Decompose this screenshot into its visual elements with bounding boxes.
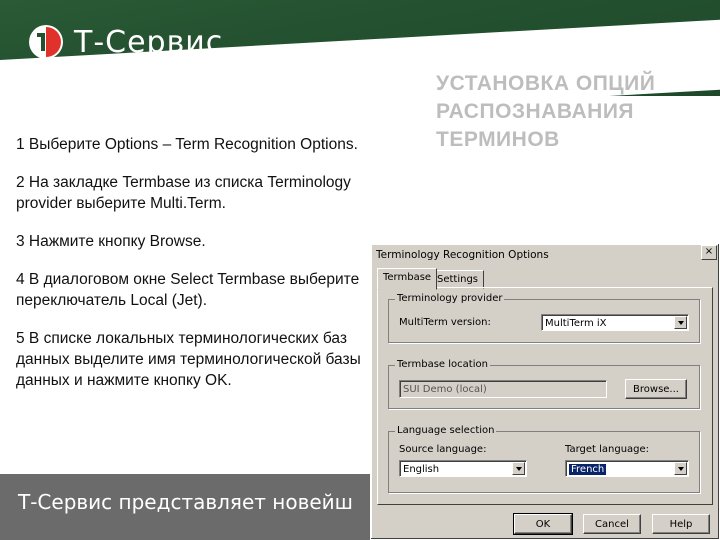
- brand-logo: Т-Сервис: [28, 24, 223, 60]
- termbase-location-field[interactable]: SUI Demo (local): [399, 380, 607, 398]
- close-icon[interactable]: ×: [701, 245, 717, 260]
- target-language-value: French: [569, 464, 607, 475]
- language-group: Language selection Source language: Engl…: [388, 425, 700, 493]
- location-group: Termbase location SUI Demo (local) Brows…: [388, 359, 700, 409]
- cancel-button[interactable]: Cancel: [583, 514, 641, 534]
- tab-panel: Terminology provider MultiTerm version: …: [377, 287, 713, 505]
- ok-button[interactable]: OK: [513, 513, 573, 535]
- step-5: 5 В списке локальных терминологических б…: [16, 330, 361, 389]
- dialog-title: Terminology Recognition Options: [374, 247, 716, 263]
- provider-group-label: Terminology provider: [395, 293, 505, 304]
- step-4: 4 В диалоговом окне Select Termbase выбе…: [16, 271, 360, 309]
- multiterm-version-value: MultiTerm iX: [545, 318, 607, 329]
- footer-text: Т-Сервис представляет новейш: [18, 490, 353, 514]
- multiterm-version-select[interactable]: MultiTerm iX: [541, 314, 689, 331]
- title-line: УСТАНОВКА ОПЦИЙ: [436, 72, 656, 95]
- chevron-down-icon[interactable]: [674, 316, 687, 329]
- terminology-recognition-dialog: Terminology Recognition Options × Termba…: [370, 243, 720, 540]
- logo-mark-icon: [28, 24, 64, 60]
- provider-group: Terminology provider MultiTerm version: …: [388, 293, 700, 343]
- browse-button[interactable]: Browse...: [625, 379, 687, 399]
- title-line: РАСПОЗНАВАНИЯ: [436, 100, 635, 123]
- brand-name: Т-Сервис: [74, 24, 224, 60]
- slide-title: УСТАНОВКА ОПЦИЙ РАСПОЗНАВАНИЯ ТЕРМИНОВ: [436, 70, 706, 154]
- language-group-label: Language selection: [395, 425, 497, 436]
- chevron-down-icon[interactable]: [512, 462, 525, 475]
- target-language-label: Target language:: [565, 444, 650, 455]
- tab-termbase[interactable]: Termbase: [377, 268, 438, 290]
- step-2: 2 На закладке Termbase из списка Termino…: [16, 174, 351, 212]
- target-language-select[interactable]: French: [565, 460, 689, 477]
- location-group-label: Termbase location: [395, 359, 490, 370]
- help-button[interactable]: Help: [652, 514, 710, 534]
- multiterm-version-label: MultiTerm version:: [399, 317, 491, 328]
- source-language-label: Source language:: [399, 444, 487, 455]
- chevron-down-icon[interactable]: [674, 462, 687, 475]
- title-line: ТЕРМИНОВ: [436, 128, 560, 151]
- step-3: 3 Нажмите кнопку Browse.: [16, 233, 206, 250]
- steps-list: 1 Выберите Options – Term Recognition Op…: [16, 134, 376, 408]
- source-language-select[interactable]: English: [399, 460, 527, 477]
- step-1: 1 Выберите Options – Term Recognition Op…: [16, 136, 358, 153]
- source-language-value: English: [403, 464, 440, 475]
